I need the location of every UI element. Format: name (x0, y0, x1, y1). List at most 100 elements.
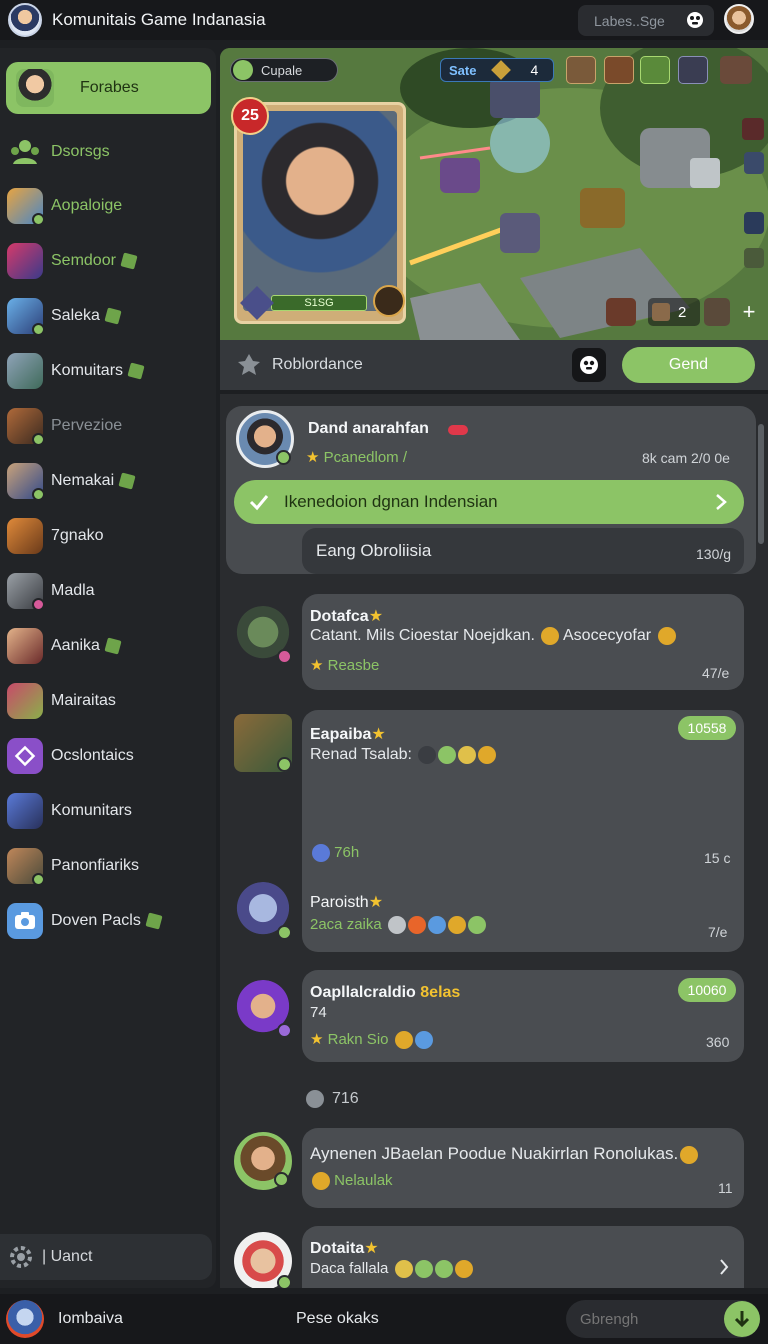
hammer-icon[interactable] (566, 56, 596, 84)
chevron-right-icon[interactable] (718, 1258, 730, 1276)
pinned-highlight-text: Ikenedoion dgnan Indensian (284, 492, 498, 511)
game-bar-title: Roblordance (272, 356, 363, 373)
sidebar-item-dsorsgs[interactable]: Dsorsgs (0, 132, 216, 172)
message-time: 360 (706, 1034, 730, 1050)
hero-card[interactable]: 25 S1SG (231, 97, 406, 324)
unit-icon (652, 303, 670, 321)
message-badge: 10060 (678, 978, 736, 1002)
sidebar-item-nemakai[interactable]: Nemakai (0, 461, 216, 501)
message-input[interactable] (580, 1308, 720, 1330)
download-button[interactable] (724, 1301, 760, 1337)
sidebar-item-label: 7gnako (51, 527, 104, 544)
message-card[interactable]: Aynenen JBaelan Poodue Nuakirrlan Ronolu… (302, 1128, 744, 1208)
skill-icon[interactable] (744, 152, 764, 174)
send-button[interactable]: Gend (622, 347, 755, 383)
bottom-user-avatar[interactable] (6, 1300, 44, 1338)
sidebar-avatar (7, 793, 43, 829)
chat-feed[interactable]: Dand anarahfan ★ Pcanedlom / 8k cam 2/0 … (220, 394, 768, 1288)
message-card[interactable]: Dotafca★ Catant. Mils Cioestar Noejdkan.… (302, 594, 744, 690)
message-avatar[interactable] (234, 882, 292, 940)
add-unit-button[interactable]: + (736, 298, 762, 326)
diamond-icon (14, 745, 36, 767)
game-view[interactable]: Cupale Sate 4 25 S1SG 2 + (220, 48, 768, 340)
message-time: 15 c (704, 850, 731, 866)
app-logo-avatar[interactable] (8, 3, 42, 37)
message-card[interactable]: Oapllalcraldio 8elas 10060 74 ★ Rakn Sio… (302, 970, 744, 1062)
player-chip[interactable]: Cupale (230, 58, 338, 82)
pinned-reply[interactable]: Eang Obroliisia 130/g (302, 528, 744, 574)
top-search-placeholder: Labes..Sge (594, 12, 665, 29)
map-icon[interactable] (678, 56, 708, 84)
message-author: Dotafca★ (310, 608, 384, 625)
message-text: Catant. Mils Cioestar Noejdkan. Asocecyo… (310, 627, 676, 645)
camera-icon (15, 912, 35, 929)
sidebar-avatar (7, 848, 45, 886)
unit-icon[interactable] (704, 298, 730, 326)
sidebar-item-komuitars[interactable]: Komuitars (0, 351, 216, 391)
sidebar-item-aopaloige[interactable]: Aopaloige (0, 186, 216, 226)
sidebar-item-label: Saleka (51, 307, 100, 324)
sidebar-item-doven-pacls[interactable]: Doven Pacls (0, 901, 216, 941)
skill-icon[interactable] (744, 248, 764, 268)
badge-icon (104, 307, 122, 325)
pinned-time: 8k cam 2/0 0e (642, 450, 730, 466)
badge-icon (120, 252, 138, 270)
bottom-user-label[interactable]: Iombaiva (58, 1310, 123, 1328)
sidebar-item-label: Komunitars (51, 802, 132, 819)
live-badge-icon (448, 425, 468, 435)
controller-button[interactable] (572, 348, 606, 382)
badge-icon (104, 637, 122, 655)
inventory-icon[interactable] (720, 56, 752, 84)
sidebar-settings[interactable]: | Uanct (0, 1234, 212, 1280)
sidebar-item-ocslontaics[interactable]: Ocslontaics (0, 736, 216, 776)
sidebar-item-label: Doven Pacls (51, 912, 141, 929)
message-author: Dotaita★ (310, 1240, 379, 1257)
sidebar-item-mairaitas[interactable]: Mairaitas (0, 681, 216, 721)
sidebar-item-madla[interactable]: Madla (0, 571, 216, 611)
arrow-down-icon (734, 1311, 750, 1328)
check-icon[interactable] (640, 56, 670, 84)
attack-icon[interactable] (606, 298, 636, 326)
message-extra: 76h (310, 844, 359, 863)
message-avatar[interactable] (234, 980, 292, 1038)
pinned-highlight-banner[interactable]: Ikenedoion dgnan Indensian (234, 480, 744, 524)
unit-counter[interactable]: 2 (648, 298, 700, 326)
pinned-message-card[interactable]: Dand anarahfan ★ Pcanedlom / 8k cam 2/0 … (226, 406, 756, 574)
sidebar-item-panonfiariks[interactable]: Panonfiariks (0, 846, 216, 886)
message-avatar[interactable] (234, 714, 292, 772)
message-sub: Nelaulak (310, 1172, 393, 1191)
controller-icon[interactable] (684, 9, 706, 31)
message-avatar[interactable] (234, 606, 292, 664)
sidebar-bottom-label: | Uanct (42, 1248, 93, 1265)
controller-icon (580, 356, 598, 374)
message-avatar[interactable] (234, 1232, 292, 1288)
sidebar-item-semdoor[interactable]: Semdoor (0, 241, 216, 281)
sidebar-item-active[interactable]: Forabes (6, 62, 211, 114)
score-label: Sate (449, 62, 477, 78)
skill-icon[interactable] (742, 118, 764, 140)
gem-icon (491, 60, 512, 80)
sidebar-item-pervezioe[interactable]: Pervezioe (0, 406, 216, 446)
sidebar-item-label: Ocslontaics (51, 747, 134, 764)
pinned-sub-text: Pcanedlom / (323, 449, 408, 466)
badge-icon (127, 362, 145, 380)
user-avatar[interactable] (724, 4, 754, 34)
sidebar-item-7gnako[interactable]: 7gnako (0, 516, 216, 556)
pinned-user-avatar[interactable] (236, 410, 294, 468)
sword-icon[interactable] (604, 56, 634, 84)
message-card[interactable]: Eapaiba★ 10558 Renad Tsalab: 76h 15 c Pa… (302, 710, 744, 952)
sidebar-item-saleka[interactable]: Saleka (0, 296, 216, 336)
message-avatar[interactable] (234, 1132, 292, 1190)
score-value: 4 (530, 62, 539, 78)
sidebar-avatar (7, 518, 43, 554)
sidebar-item-aanika[interactable]: Aanika (0, 626, 216, 666)
pinned-reply-time: 130/g (696, 546, 732, 562)
bottom-center-label[interactable]: Pese okaks (296, 1310, 379, 1328)
sidebar-item-komunitars[interactable]: Komunitars (0, 791, 216, 831)
sidebar-avatar (7, 188, 45, 226)
message-card[interactable]: Dotaita★ Daca fallala (302, 1226, 744, 1288)
chat-scrollbar[interactable] (758, 424, 764, 544)
community-icon (11, 140, 39, 164)
sidebar-active-label: Forabes (80, 79, 139, 96)
skill-icon[interactable] (744, 212, 764, 234)
